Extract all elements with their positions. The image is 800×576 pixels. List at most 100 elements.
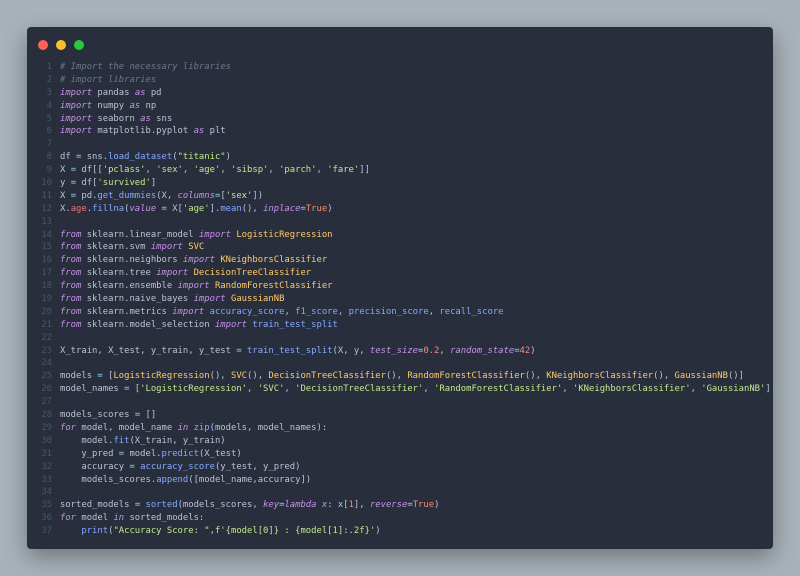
code-line: 19 from sklearn.naive_bayes import Gaussi… [38,293,769,306]
line-content: # import libraries [60,74,156,87]
code-token: from [60,294,82,305]
code-token: sns. [81,152,109,163]
line-number: 28 [41,410,52,421]
line-content: X = df[['pclass', 'sex', 'age', 'sibsp',… [60,164,370,177]
code-token: ) [327,203,333,214]
code-token: get_dummies [97,190,157,201]
line-content: model.fit(X_train, y_train) [60,435,225,448]
code-token: models_scores [60,410,135,421]
code-line: 7 [38,138,769,151]
code-token: test_size [369,345,419,356]
code-token: X[ [166,203,183,214]
code-token: (), [385,371,408,382]
code-line: 37 print("Accuracy Score: ",f'{model[0]}… [38,525,769,538]
maximize-button[interactable] [74,40,84,50]
code-line: 31 y_pred = model.predict(X_test) [38,448,769,461]
code-token: accuracy_score [140,461,215,472]
code-token: model. [124,448,162,459]
line-content: df = sns.load_dataset("titanic") [60,151,231,164]
code-token: 'pclass' [102,165,146,176]
code-token: , [284,306,296,317]
code-line: 5 import seaborn as sns [38,113,769,126]
line-number: 23 [41,345,52,356]
code-token: ]. [209,203,221,214]
line-number: 8 [46,152,52,163]
code-line: 1 # Import the necessary libraries [38,61,769,74]
code-token: 'sibsp' [231,165,269,176]
code-token: , [220,165,231,176]
close-button[interactable] [38,40,48,50]
code-token: X_train, X_test, y_train, y_test [60,345,237,356]
code-token: import [177,281,210,292]
code-token: GaussianNB [674,371,728,382]
code-token: , [145,165,157,176]
code-token: , [562,384,573,395]
line-number: 21 [41,319,52,330]
code-token: key [263,500,280,511]
code-token: pd. [76,190,98,201]
code-token: "Accuracy Score: " [113,526,210,537]
line-number: 37 [41,526,52,537]
code-token: 'RandomForestClassifier' [434,384,563,395]
line-content: from sklearn.svm import SVC [60,241,204,254]
code-token: 'fare' [327,165,360,176]
code-token: reverse [369,500,408,511]
code-line: 11 X = pd.get_dummies(X, columns=['sex']) [38,190,769,203]
code-token: GaussianNB [231,294,285,305]
code-token: True [412,500,435,511]
code-token: sns [150,113,173,124]
code-token: as [193,126,205,137]
code-token: sklearn.linear_model [81,229,199,240]
window-controls [38,40,84,50]
code-token: append [156,474,189,485]
code-token: sklearn.ensemble [81,281,178,292]
code-token: age [70,203,87,214]
code-token: [ [102,371,114,382]
code-token: (), [247,371,269,382]
line-content: accuracy = accuracy_score(y_test, y_pred… [60,461,300,474]
code-token: KNeighborsClassifier [220,255,328,266]
line-number: 4 [46,100,52,111]
code-token: ]] [359,165,370,176]
code-token: model. [60,435,114,446]
code-token: from [60,242,82,253]
minimize-button[interactable] [56,40,66,50]
line-number: 2 [46,74,52,85]
line-content: import seaborn as sns [60,113,172,126]
code-line: 15 from sklearn.svm import SVC [38,241,769,254]
code-token: sklearn.svm [81,242,151,253]
code-token: import [198,229,231,240]
code-token: (models, model_names): [209,422,328,433]
line-number: 26 [41,384,52,395]
code-token: models [60,371,98,382]
code-line: 36 for model in sorted_models: [38,512,769,525]
code-token: columns [177,190,215,201]
code-line: 18 from sklearn.ensemble import RandomFor… [38,280,769,293]
code-token: import [156,268,189,279]
code-token: LogisticRegression [113,371,210,382]
code-line: 4 import numpy as np [38,100,769,113]
code-editor[interactable]: 1 # Import the necessary libraries 2 # impo… [38,61,770,538]
code-token: (X, [156,190,178,201]
code-token: (), [524,371,547,382]
code-token: import [60,126,93,137]
code-token: sklearn.model_selection [81,319,215,330]
code-token: for [60,513,77,524]
code-token: X [60,190,71,201]
line-content: from sklearn.linear_model import Logisti… [60,229,333,242]
code-token: model, model_name [76,422,178,433]
code-token: train_test_split [252,319,338,330]
code-line: 3 import pandas as pd [38,87,769,100]
line-number: 20 [41,306,52,317]
line-content: X_train, X_test, y_train, y_test = train… [60,345,536,358]
code-line: 20 from sklearn.metrics import accuracy_s… [38,306,769,319]
line-content: X = pd.get_dummies(X, columns=['sex']) [60,190,263,203]
line-number: 35 [41,500,52,511]
code-token: fit [113,435,130,446]
line-number: 7 [46,139,52,150]
line-content: import numpy as np [60,100,156,113]
code-line: 13 [38,216,769,229]
code-token: model_names [60,384,125,395]
code-token: fillna [92,203,125,214]
line-content: from sklearn.model_selection import trai… [60,319,338,332]
